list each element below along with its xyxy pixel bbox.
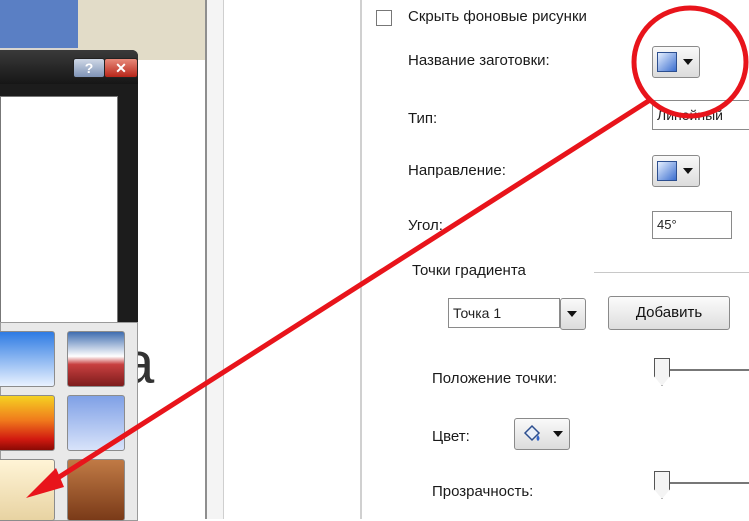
gradient-swatch-fire-orange[interactable] <box>0 395 55 451</box>
type-select[interactable]: Линейный <box>652 100 749 130</box>
transparency-label: Прозрачность: <box>432 483 534 500</box>
chevron-down-icon <box>683 168 693 174</box>
hide-background-checkbox[interactable] <box>376 10 392 26</box>
gradient-swatch-lavender-blue[interactable] <box>67 395 125 451</box>
section-divider <box>594 272 749 273</box>
gradient-swatch-red-white-blue[interactable] <box>67 331 125 387</box>
stop-select[interactable]: Точка 1 <box>448 298 560 328</box>
color-picker-button[interactable] <box>514 418 570 450</box>
stop-position-thumb[interactable] <box>654 358 670 386</box>
direction-dropdown[interactable] <box>652 155 700 187</box>
gradient-stops-label: Точки градиента <box>412 262 526 279</box>
stop-position-slider[interactable] <box>662 369 749 371</box>
chevron-down-icon <box>683 59 693 65</box>
gradient-preset-icon <box>657 52 677 72</box>
pane-divider[interactable] <box>205 0 224 519</box>
preset-name-label: Название заготовки: <box>408 52 550 69</box>
gradient-gallery <box>0 322 138 521</box>
chevron-down-icon <box>553 431 563 437</box>
chevron-down-icon <box>567 311 577 317</box>
stop-position-label: Положение точки: <box>432 370 558 387</box>
close-icon[interactable]: ✕ <box>104 58 138 78</box>
dialog-preview <box>0 96 118 334</box>
format-background-panel: Скрыть фоновые рисунки Название заготовк… <box>360 0 749 519</box>
angle-input[interactable]: 45° <box>652 211 732 239</box>
gradient-swatch-sky-blue[interactable] <box>0 331 55 387</box>
add-stop-button[interactable]: Добавить <box>608 296 730 330</box>
dialog-window: ? ✕ <box>0 50 138 340</box>
transparency-slider[interactable] <box>662 482 749 484</box>
gradient-swatch-cream[interactable] <box>0 459 55 521</box>
type-label: Тип: <box>408 110 438 127</box>
ribbon-strip <box>0 0 78 48</box>
stop-select-dropdown-button[interactable] <box>560 298 586 330</box>
gradient-swatch-copper-brown[interactable] <box>67 459 125 521</box>
color-label: Цвет: <box>432 428 470 445</box>
preset-gradient-dropdown[interactable] <box>652 46 700 78</box>
angle-label: Угол: <box>408 217 443 234</box>
help-icon[interactable]: ? <box>73 58 105 78</box>
paint-bucket-icon <box>523 424 541 442</box>
transparency-thumb[interactable] <box>654 471 670 499</box>
hide-background-label: Скрыть фоновые рисунки <box>408 8 587 25</box>
direction-label: Направление: <box>408 162 506 179</box>
gradient-direction-icon <box>657 161 677 181</box>
